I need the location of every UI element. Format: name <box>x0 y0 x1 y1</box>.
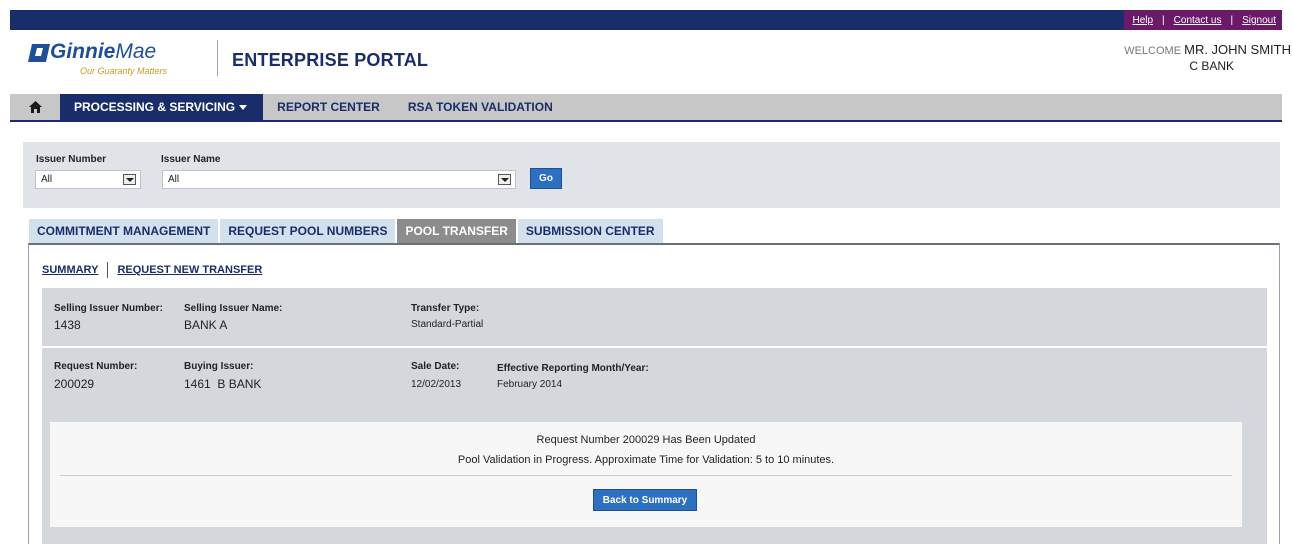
selling-issuer-name-label: Selling Issuer Name: <box>184 303 283 314</box>
separator <box>107 262 109 278</box>
issuer-filter-panel: Issuer Number All Issuer Name All Go <box>23 142 1280 208</box>
issuer-name-value: All <box>168 174 180 185</box>
issuer-name-label: Issuer Name <box>161 154 221 165</box>
back-to-summary-button[interactable]: Back to Summary <box>593 489 697 511</box>
buying-issuer: 1461 B BANK <box>184 377 262 391</box>
separator: | <box>1162 14 1165 26</box>
help-link[interactable]: Help <box>1132 15 1153 26</box>
sub-links: SUMMARY REQUEST NEW TRANSFER <box>42 262 262 278</box>
request-new-transfer-link[interactable]: REQUEST NEW TRANSFER <box>117 264 262 276</box>
nav-rsa-token-validation[interactable]: RSA TOKEN VALIDATION <box>394 94 567 120</box>
effective-reporting-value: February 2014 <box>497 379 563 390</box>
separator: | <box>1230 14 1234 26</box>
nav-report-center[interactable]: REPORT CENTER <box>263 94 394 120</box>
sale-date-label: Sale Date: <box>411 361 460 372</box>
dropdown-arrow-icon <box>498 174 511 185</box>
dropdown-arrow-icon <box>123 174 136 185</box>
issuer-number-label: Issuer Number <box>36 154 107 165</box>
logo-mark-icon <box>28 44 50 62</box>
issuer-name-select[interactable]: All <box>162 170 516 189</box>
transfer-type: Standard-Partial <box>411 319 484 330</box>
request-number-label: Request Number: <box>54 361 138 372</box>
tab-submission-center[interactable]: SUBMISSION CENTER <box>517 219 663 243</box>
transfer-details-row: Request Number: 200029 Buying Issuer: 14… <box>42 346 1267 404</box>
selling-issuer-number-label: Selling Issuer Number: <box>54 303 163 314</box>
effective-reporting-label: Effective Reporting Month/Year: <box>497 363 649 374</box>
selling-issuer-name: BANK A <box>184 318 228 332</box>
nav-home[interactable] <box>10 94 60 120</box>
request-number: 200029 <box>54 377 95 391</box>
signout-link[interactable]: Signout <box>1242 15 1276 26</box>
welcome-block: WELCOME MR. JOHN SMITH C BANK <box>1124 42 1291 73</box>
update-message: Request Number 200029 Has Been Updated <box>536 434 756 446</box>
user-bank: C BANK <box>1189 59 1234 73</box>
logo-text: GinnieMae <box>50 40 157 63</box>
selling-issuer-number: 1438 <box>54 318 81 332</box>
utility-links: Help | Contact us | Signout <box>1124 10 1282 30</box>
welcome-label: WELCOME <box>1124 45 1182 57</box>
home-icon <box>28 101 42 113</box>
buying-issuer-label: Buying Issuer: <box>184 361 254 372</box>
divider <box>60 475 1232 476</box>
header-divider <box>217 40 218 76</box>
transfer-details: Selling Issuer Number: 1438 Selling Issu… <box>42 288 1267 404</box>
issuer-number-select[interactable]: All <box>35 170 141 189</box>
validation-message: Pool Validation in Progress. Approximate… <box>457 454 835 466</box>
header: GinnieMae Our Guaranty Matters ENTERPRIS… <box>10 30 1293 94</box>
logo-tagline: Our Guaranty Matters <box>80 66 168 76</box>
tab-pool-transfer[interactable]: POOL TRANSFER <box>397 219 516 243</box>
go-button[interactable]: Go <box>530 168 562 189</box>
tab-commitment-management[interactable]: COMMITMENT MANAGEMENT <box>29 219 219 243</box>
pool-transfer-content: SUMMARY REQUEST NEW TRANSFER Selling Iss… <box>28 243 1280 544</box>
transfer-type-label: Transfer Type: <box>411 303 480 314</box>
message-area: Request Number 200029 Has Been Updated P… <box>42 404 1267 544</box>
summary-link[interactable]: SUMMARY <box>42 264 98 276</box>
sale-date: 12/02/2013 <box>411 379 462 390</box>
main-nav: PROCESSING & SERVICING REPORT CENTER RSA… <box>10 94 1282 122</box>
sub-tabs: COMMITMENT MANAGEMENT REQUEST POOL NUMBE… <box>29 219 665 243</box>
portal-title: ENTERPRISE PORTAL <box>232 50 429 70</box>
nav-processing-servicing[interactable]: PROCESSING & SERVICING <box>60 94 264 120</box>
tab-request-pool-numbers[interactable]: REQUEST POOL NUMBERS <box>220 219 396 243</box>
contact-us-link[interactable]: Contact us <box>1174 15 1222 26</box>
ginnie-mae-logo[interactable]: GinnieMae Our Guaranty Matters <box>28 40 208 80</box>
caret-down-icon <box>239 105 248 110</box>
update-message-box: Request Number 200029 Has Been Updated P… <box>50 422 1242 527</box>
top-bar: Help | Contact us | Signout <box>10 10 1282 30</box>
user-name: MR. JOHN SMITH <box>1184 42 1291 57</box>
issuer-number-value: All <box>41 174 53 185</box>
